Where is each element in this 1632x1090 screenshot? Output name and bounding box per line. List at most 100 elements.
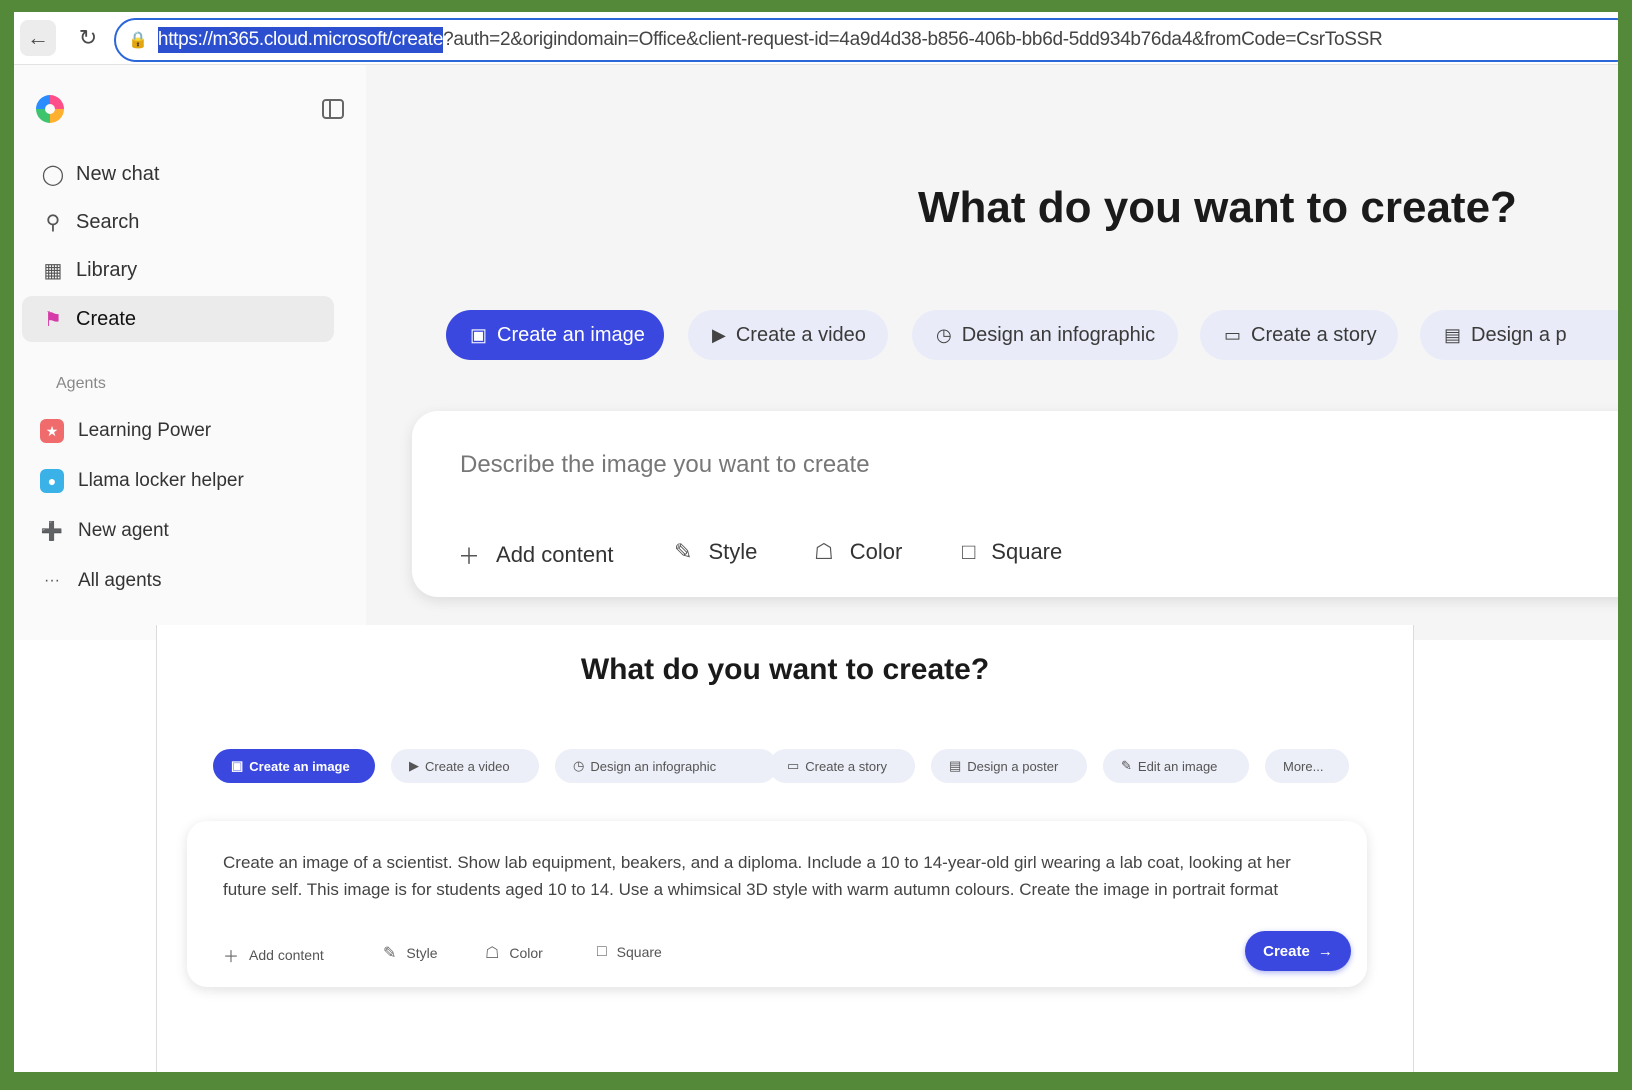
new-agent-icon: ➕ <box>40 520 64 541</box>
sidebar: ◯ New chat ⚲ Search ▦ Library ⚑ Create A… <box>14 65 366 640</box>
address-bar[interactable]: 🔒 https://m365.cloud.microsoft/create ?au… <box>114 18 1618 62</box>
create-button-label: Create <box>1263 942 1310 960</box>
url-selected-text: https://m365.cloud.microsoft/create <box>157 27 443 53</box>
image-icon: ▣ <box>231 758 244 773</box>
prompt-box[interactable]: Create an image of a scientist. Show lab… <box>187 821 1367 987</box>
create-icon: ⚑ <box>44 308 62 331</box>
sidebar-item-label: Create <box>76 307 137 330</box>
tab-create-story[interactable]: ▭ Create a story <box>769 749 915 783</box>
back-arrow-icon: ← <box>27 25 49 50</box>
prompt-placeholder[interactable]: Describe the image you want to create <box>460 451 870 479</box>
square-icon: □ <box>962 539 976 564</box>
tab-label: Design an infographic <box>961 323 1156 346</box>
tab-label: Design a p <box>1471 323 1567 346</box>
color-bucket-icon: ☖ <box>485 945 500 962</box>
tab-design-infographic[interactable]: ◷ Design an infographic <box>555 749 777 783</box>
copilot-logo-icon[interactable] <box>36 95 64 123</box>
sidebar-item-create[interactable]: ⚑ Create <box>22 296 334 342</box>
style-brush-icon: ✎ <box>383 945 397 962</box>
tab-label: Create a video <box>425 758 510 774</box>
tab-label: Create a story <box>805 758 887 774</box>
llama-icon: ● <box>40 469 64 493</box>
sidebar-item-library[interactable]: ▦ Library <box>22 247 334 293</box>
learning-power-icon: ★ <box>40 419 64 443</box>
video-icon: ▶ <box>409 758 419 773</box>
page-title: What do you want to create? <box>580 653 990 686</box>
poster-icon: ▤ <box>1444 324 1462 345</box>
agents-heading: Agents <box>56 375 106 392</box>
sidebar-item-new-chat[interactable]: ◯ New chat <box>22 151 334 197</box>
agent-label: Learning Power <box>78 420 212 441</box>
square-icon: □ <box>597 943 607 960</box>
tab-design-poster[interactable]: ▤ Design a poster <box>931 749 1087 783</box>
sidebar-item-label: New chat <box>76 162 160 185</box>
sidebar-item-label: Search <box>76 210 140 233</box>
tab-create-image[interactable]: ▣ Create an image <box>213 749 375 783</box>
reload-icon: ↻ <box>78 25 98 50</box>
story-icon: ▭ <box>787 758 800 773</box>
add-content-button[interactable]: ＋ Add content <box>458 539 613 571</box>
story-icon: ▭ <box>1224 324 1242 345</box>
tool-label: Add content <box>496 542 614 567</box>
edit-image-icon: ✎ <box>1121 758 1132 773</box>
tab-label: Design a poster <box>967 758 1059 774</box>
url-rest-text: ?auth=2&origindomain=Office&client-reque… <box>443 29 1383 50</box>
agent-label: All agents <box>78 570 162 591</box>
library-icon: ▦ <box>43 259 63 282</box>
color-button[interactable]: ☖ Color <box>485 943 543 963</box>
back-button[interactable]: ← <box>20 20 56 56</box>
tab-label: More... <box>1283 758 1324 774</box>
infographic-icon: ◷ <box>573 758 585 773</box>
style-button[interactable]: ✎ Style <box>674 539 757 565</box>
create-page-bottom: What do you want to create? ▣ Create an … <box>156 625 1414 1072</box>
create-page-top: What do you want to create? ▣ Create an … <box>366 65 1618 640</box>
square-button[interactable]: □ Square <box>962 539 1062 565</box>
tab-more[interactable]: More... <box>1265 749 1349 783</box>
tool-label: Square <box>616 944 662 960</box>
prompt-box[interactable]: Describe the image you want to create ＋ … <box>412 411 1618 597</box>
tab-create-story[interactable]: ▭ Create a story <box>1200 310 1398 360</box>
tool-label: Color <box>849 539 903 564</box>
color-button[interactable]: ☖ Color <box>814 539 902 565</box>
agent-new-agent[interactable]: ➕ New agent <box>40 511 169 551</box>
agent-llama-locker-helper[interactable]: ● Llama locker helper <box>40 461 244 501</box>
tab-edit-image[interactable]: ✎ Edit an image <box>1103 749 1249 783</box>
infographic-icon: ◷ <box>936 324 952 345</box>
tab-label: Edit an image <box>1137 758 1218 774</box>
prompt-input[interactable]: Create an image of a scientist. Show lab… <box>223 849 1333 903</box>
agent-learning-power[interactable]: ★ Learning Power <box>40 411 211 451</box>
more-icon: ··· <box>44 572 60 589</box>
tab-design-infographic[interactable]: ◷ Design an infographic <box>912 310 1178 360</box>
tab-label: Design an infographic <box>590 758 717 774</box>
tab-create-image[interactable]: ▣ Create an image <box>446 310 664 360</box>
style-button[interactable]: ✎ Style <box>383 943 438 963</box>
style-brush-icon: ✎ <box>674 539 693 564</box>
tab-create-video[interactable]: ▶ Create a video <box>391 749 539 783</box>
tool-label: Color <box>509 945 543 961</box>
video-icon: ▶ <box>712 324 726 345</box>
tab-label: Create a story <box>1251 323 1377 346</box>
plus-icon: ＋ <box>223 949 240 966</box>
tool-label: Square <box>991 539 1063 564</box>
tool-label: Add content <box>249 947 324 963</box>
create-button[interactable]: Create → <box>1245 931 1351 971</box>
tool-label: Style <box>708 539 758 564</box>
plus-icon: ＋ <box>458 544 481 569</box>
color-bucket-icon: ☖ <box>814 539 834 564</box>
browser-toolbar: ← ↻ 🔒 https://m365.cloud.microsoft/creat… <box>14 12 1618 65</box>
image-icon: ▣ <box>470 324 488 345</box>
tab-label: Create a video <box>735 323 866 346</box>
tab-create-video[interactable]: ▶ Create a video <box>688 310 888 360</box>
screenshot-frame: ← ↻ 🔒 https://m365.cloud.microsoft/creat… <box>14 12 1618 1072</box>
arrow-right-icon: → <box>1317 942 1333 960</box>
tab-design-poster[interactable]: ▤ Design a p <box>1420 310 1618 360</box>
tool-label: Style <box>406 945 438 961</box>
sidebar-toggle-icon[interactable] <box>322 99 344 119</box>
add-content-button[interactable]: ＋ Add content <box>223 943 324 967</box>
lock-icon: 🔒 <box>128 32 148 49</box>
agent-all-agents[interactable]: ··· All agents <box>40 561 161 601</box>
sidebar-item-search[interactable]: ⚲ Search <box>22 199 334 245</box>
reload-button[interactable]: ↻ <box>70 20 106 56</box>
chat-bubble-icon: ◯ <box>41 163 65 186</box>
square-button[interactable]: □ Square <box>597 943 662 961</box>
